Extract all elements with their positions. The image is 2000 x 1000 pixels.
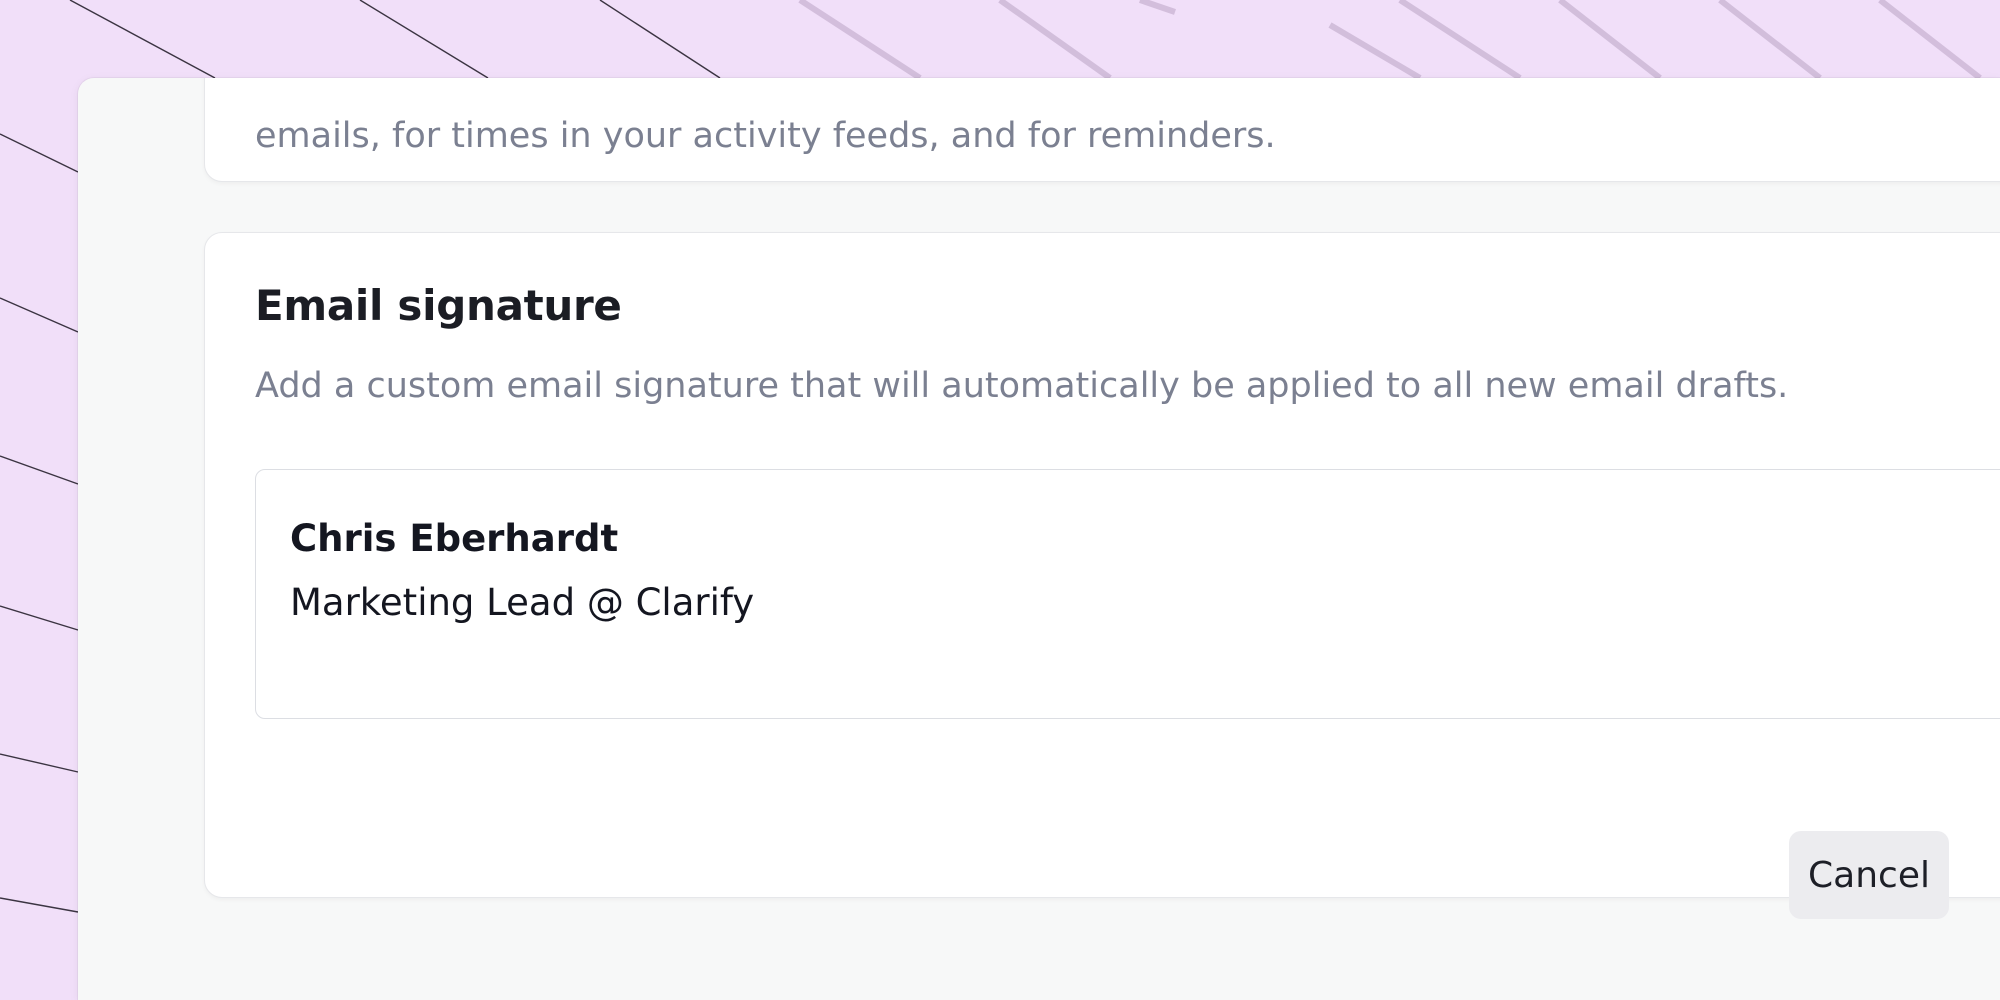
- signature-editor[interactable]: Chris Eberhardt Marketing Lead @ Clarify: [255, 469, 2000, 719]
- timezone-description: emails, for times in your activity feeds…: [255, 116, 1276, 156]
- email-signature-card: Email signature Add a custom email signa…: [204, 232, 2000, 919]
- email-signature-title: Email signature: [255, 281, 622, 330]
- timezone-card: emails, for times in your activity feeds…: [204, 78, 2000, 182]
- email-signature-description: Add a custom email signature that will a…: [255, 366, 1789, 406]
- app-window: emails, for times in your activity feeds…: [78, 78, 2000, 1000]
- signature-name-line[interactable]: Chris Eberhardt: [290, 520, 618, 557]
- signature-role-line[interactable]: Marketing Lead @ Clarify: [290, 584, 754, 621]
- cancel-button[interactable]: Cancel: [1789, 831, 1949, 919]
